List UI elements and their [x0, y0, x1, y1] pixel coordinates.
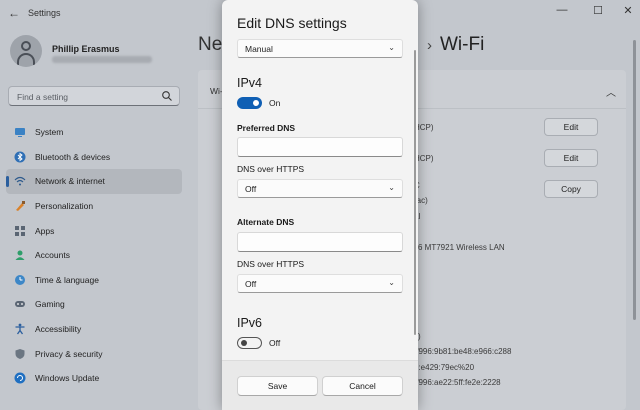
- property-value: :f996:ae22:5ff:fe2e:2228: [414, 378, 501, 387]
- dns-mode-select[interactable]: Manual ⌄: [237, 39, 403, 58]
- property-value: :f996:9b81:be48:e966:c288: [414, 347, 512, 356]
- sidebar-item-network[interactable]: Network & internet: [6, 169, 182, 194]
- alternate-dns-https-select[interactable]: Off ⌄: [237, 274, 403, 293]
- sidebar-item-label: Accounts: [35, 250, 70, 261]
- sidebar-item-system[interactable]: System: [6, 120, 182, 145]
- maximize-button[interactable]: ☐: [588, 4, 608, 17]
- page-title: Wi-Fi: [440, 34, 485, 55]
- edit-dns-button[interactable]: Edit: [544, 149, 598, 167]
- select-value: Off: [245, 279, 257, 289]
- brush-icon: [16, 201, 25, 212]
- ipv6-toggle[interactable]: [237, 337, 262, 349]
- chevron-down-icon: ⌄: [388, 278, 395, 287]
- monitor-icon: [15, 128, 25, 138]
- close-button[interactable]: ✕: [618, 4, 638, 17]
- avatar-body-shape: [17, 53, 35, 65]
- apps-icon: [15, 225, 25, 236]
- ipv4-heading: IPv4: [237, 76, 263, 90]
- search-placeholder: Find a setting: [17, 92, 69, 102]
- property-value: i 6 MT7921 Wireless LAN: [414, 243, 505, 252]
- person-icon: [15, 250, 25, 261]
- cancel-button[interactable]: Cancel: [322, 376, 403, 396]
- alternate-dns-field[interactable]: [237, 232, 403, 252]
- copy-button[interactable]: Copy: [544, 180, 598, 198]
- toggle-knob: [241, 340, 247, 346]
- sidebar-item-label: Accessibility: [35, 324, 82, 335]
- chevron-down-icon: ⌄: [388, 43, 395, 52]
- dialog-title: Edit DNS settings: [237, 15, 347, 31]
- avatar[interactable]: [10, 35, 42, 67]
- sidebar-item-label: Gaming: [35, 299, 65, 310]
- sidebar-item-label: Bluetooth & devices: [35, 151, 111, 162]
- panel-row-label: Wi-: [210, 86, 223, 96]
- edit-dns-dialog: Edit DNS settings Manual ⌄ IPv4 On Prefe…: [222, 0, 418, 410]
- search-input[interactable]: Find a setting: [8, 86, 180, 106]
- sidebar-item-bluetooth[interactable]: Bluetooth & devices: [6, 145, 182, 170]
- accessibility-icon: [15, 323, 25, 335]
- sidebar-item-accounts[interactable]: Accounts: [6, 243, 182, 268]
- window-scrollbar[interactable]: [633, 40, 636, 320]
- minimize-button[interactable]: —: [552, 4, 572, 16]
- ipv4-toggle[interactable]: [237, 97, 262, 109]
- app-title: Settings: [28, 8, 61, 18]
- avatar-head-shape: [21, 41, 31, 51]
- sidebar-item-accessibility[interactable]: Accessibility: [6, 317, 182, 342]
- sidebar-item-gaming[interactable]: Gaming: [6, 292, 182, 317]
- ipv6-toggle-label: Off: [269, 338, 281, 348]
- back-arrow-icon[interactable]: ←: [8, 6, 20, 20]
- bluetooth-icon: [14, 151, 26, 163]
- sidebar-item-label: System: [35, 127, 64, 138]
- dialog-scrollbar[interactable]: [414, 50, 416, 335]
- search-icon: [162, 91, 172, 101]
- select-value: Off: [245, 184, 257, 194]
- sidebar-item-label: Personalization: [35, 201, 94, 212]
- breadcrumb: › Wi-Fi: [427, 34, 484, 56]
- sidebar-item-label: Time & language: [35, 274, 99, 285]
- sidebar-item-label: Network & internet: [35, 176, 105, 187]
- sidebar-item-personalization[interactable]: Personalization: [6, 194, 182, 219]
- ipv4-toggle-label: On: [269, 98, 281, 108]
- shield-icon: [15, 348, 25, 359]
- user-email-redacted: [52, 56, 152, 63]
- preferred-dns-https-label: DNS over HTTPS: [237, 164, 305, 174]
- save-button[interactable]: Save: [237, 376, 318, 396]
- select-value: Manual: [245, 44, 273, 54]
- edit-ip-button[interactable]: Edit: [544, 118, 598, 136]
- user-name: Phillip Erasmus: [52, 44, 120, 54]
- wifi-icon: [14, 177, 26, 186]
- toggle-knob: [253, 100, 259, 106]
- property-value: 9:e429:79ec%20: [414, 363, 475, 372]
- sidebar-item-time-language[interactable]: Time & language: [6, 268, 182, 293]
- gamepad-icon: [15, 301, 25, 308]
- alternate-dns-https-label: DNS over HTTPS: [237, 259, 305, 269]
- sidebar-item-label: Privacy & security: [35, 348, 103, 359]
- globe-clock-icon: [15, 274, 25, 285]
- preferred-dns-field[interactable]: [237, 137, 403, 157]
- chevron-down-icon: ⌄: [388, 183, 395, 192]
- sidebar-item-privacy[interactable]: Privacy & security: [6, 341, 182, 366]
- update-icon: [14, 372, 26, 384]
- sidebar-item-label: Windows Update: [35, 373, 100, 384]
- breadcrumb-separator: ›: [427, 37, 432, 54]
- sidebar-item-apps[interactable]: Apps: [6, 218, 182, 243]
- sidebar-nav: System Bluetooth & devices Network & int…: [6, 120, 182, 391]
- ipv6-heading: IPv6: [237, 316, 263, 330]
- alternate-dns-label: Alternate DNS: [237, 217, 295, 227]
- dialog-footer: Save Cancel: [222, 360, 418, 410]
- sidebar-item-windows-update[interactable]: Windows Update: [6, 366, 182, 391]
- chevron-up-icon[interactable]: ︿: [606, 84, 616, 99]
- sidebar-item-label: Apps: [35, 225, 55, 236]
- preferred-dns-https-select[interactable]: Off ⌄: [237, 179, 403, 198]
- preferred-dns-label: Preferred DNS: [237, 123, 296, 133]
